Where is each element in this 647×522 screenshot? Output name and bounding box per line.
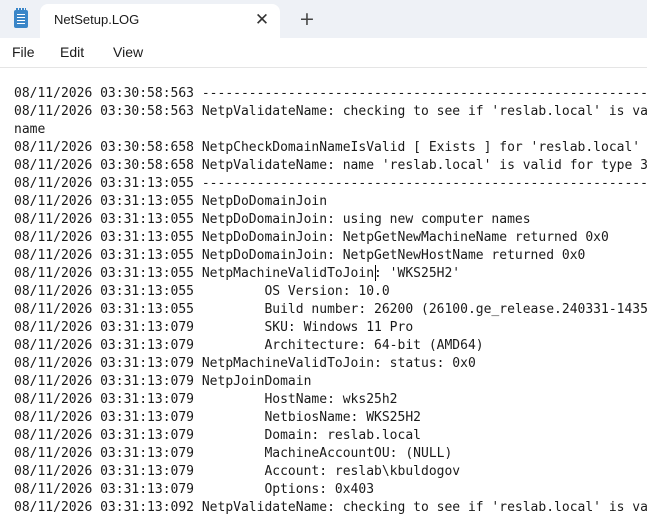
document-text[interactable]: 08/11/2026 03:30:58:563 ----------------… — [14, 85, 647, 517]
document-line: 08/11/2026 03:31:13:055 NetpDoDomainJoin — [14, 194, 328, 209]
document-line: 08/11/2026 03:31:13:092 NetpValidateName… — [14, 500, 647, 515]
document-line: 08/11/2026 03:31:13:055 NetpDoDomainJoin… — [14, 248, 586, 263]
document-line: 08/11/2026 03:31:13:079 SKU: Windows 11 … — [14, 320, 414, 335]
document-line: 08/11/2026 03:30:58:563 NetpValidateName… — [14, 104, 647, 119]
document-line: 08/11/2026 03:31:13:055 OS Version: 10.0 — [14, 284, 390, 299]
notepad-icon — [14, 8, 28, 28]
document-line: 08/11/2026 03:31:13:055 NetpDoDomainJoin… — [14, 212, 531, 227]
text-caret — [375, 265, 376, 281]
menu-file[interactable]: File — [12, 44, 35, 60]
document-line: 08/11/2026 03:31:13:079 Account: reslab\… — [14, 464, 461, 479]
menu-view[interactable]: View — [113, 44, 143, 60]
document-line: 08/11/2026 03:31:13:079 NetpMachineValid… — [14, 356, 476, 371]
tab-netsetup-log[interactable]: NetSetup.LOG ✕ — [40, 4, 280, 38]
document-line: 08/11/2026 03:31:13:055 ----------------… — [14, 176, 647, 191]
document-line: name — [14, 122, 46, 137]
title-bar: NetSetup.LOG ✕ + — [0, 0, 647, 38]
document-line: 08/11/2026 03:31:13:055 Build number: 26… — [14, 302, 647, 317]
document-line: 08/11/2026 03:30:58:658 NetpCheckDomainN… — [14, 140, 641, 155]
tab-title: NetSetup.LOG — [54, 12, 140, 27]
plus-icon[interactable]: + — [296, 8, 318, 30]
document-line: 08/11/2026 03:30:58:563 ----------------… — [14, 86, 647, 101]
document-line: 08/11/2026 03:31:13:079 NetpJoinDomain — [14, 374, 312, 389]
document-line: 08/11/2026 03:30:58:658 NetpValidateName… — [14, 158, 647, 173]
menu-edit[interactable]: Edit — [60, 44, 84, 60]
close-icon[interactable]: ✕ — [252, 10, 272, 30]
document-line: 08/11/2026 03:31:13:079 Domain: reslab.l… — [14, 428, 421, 443]
text-editor[interactable]: 08/11/2026 03:30:58:563 ----------------… — [0, 69, 647, 522]
document-line: 08/11/2026 03:31:13:079 MachineAccountOU… — [14, 446, 453, 461]
document-line: 08/11/2026 03:31:13:079 Architecture: 64… — [14, 338, 484, 353]
document-line: 08/11/2026 03:31:13:079 HostName: wks25h… — [14, 392, 398, 407]
document-line: 08/11/2026 03:31:13:079 NetbiosName: WKS… — [14, 410, 421, 425]
document-line: 08/11/2026 03:31:13:079 Options: 0x403 — [14, 482, 375, 497]
document-line: 08/11/2026 03:31:13:055 NetpMachineValid… — [14, 266, 461, 281]
menu-bar: File Edit View — [0, 38, 647, 68]
document-line: 08/11/2026 03:31:13:055 NetpDoDomainJoin… — [14, 230, 609, 245]
